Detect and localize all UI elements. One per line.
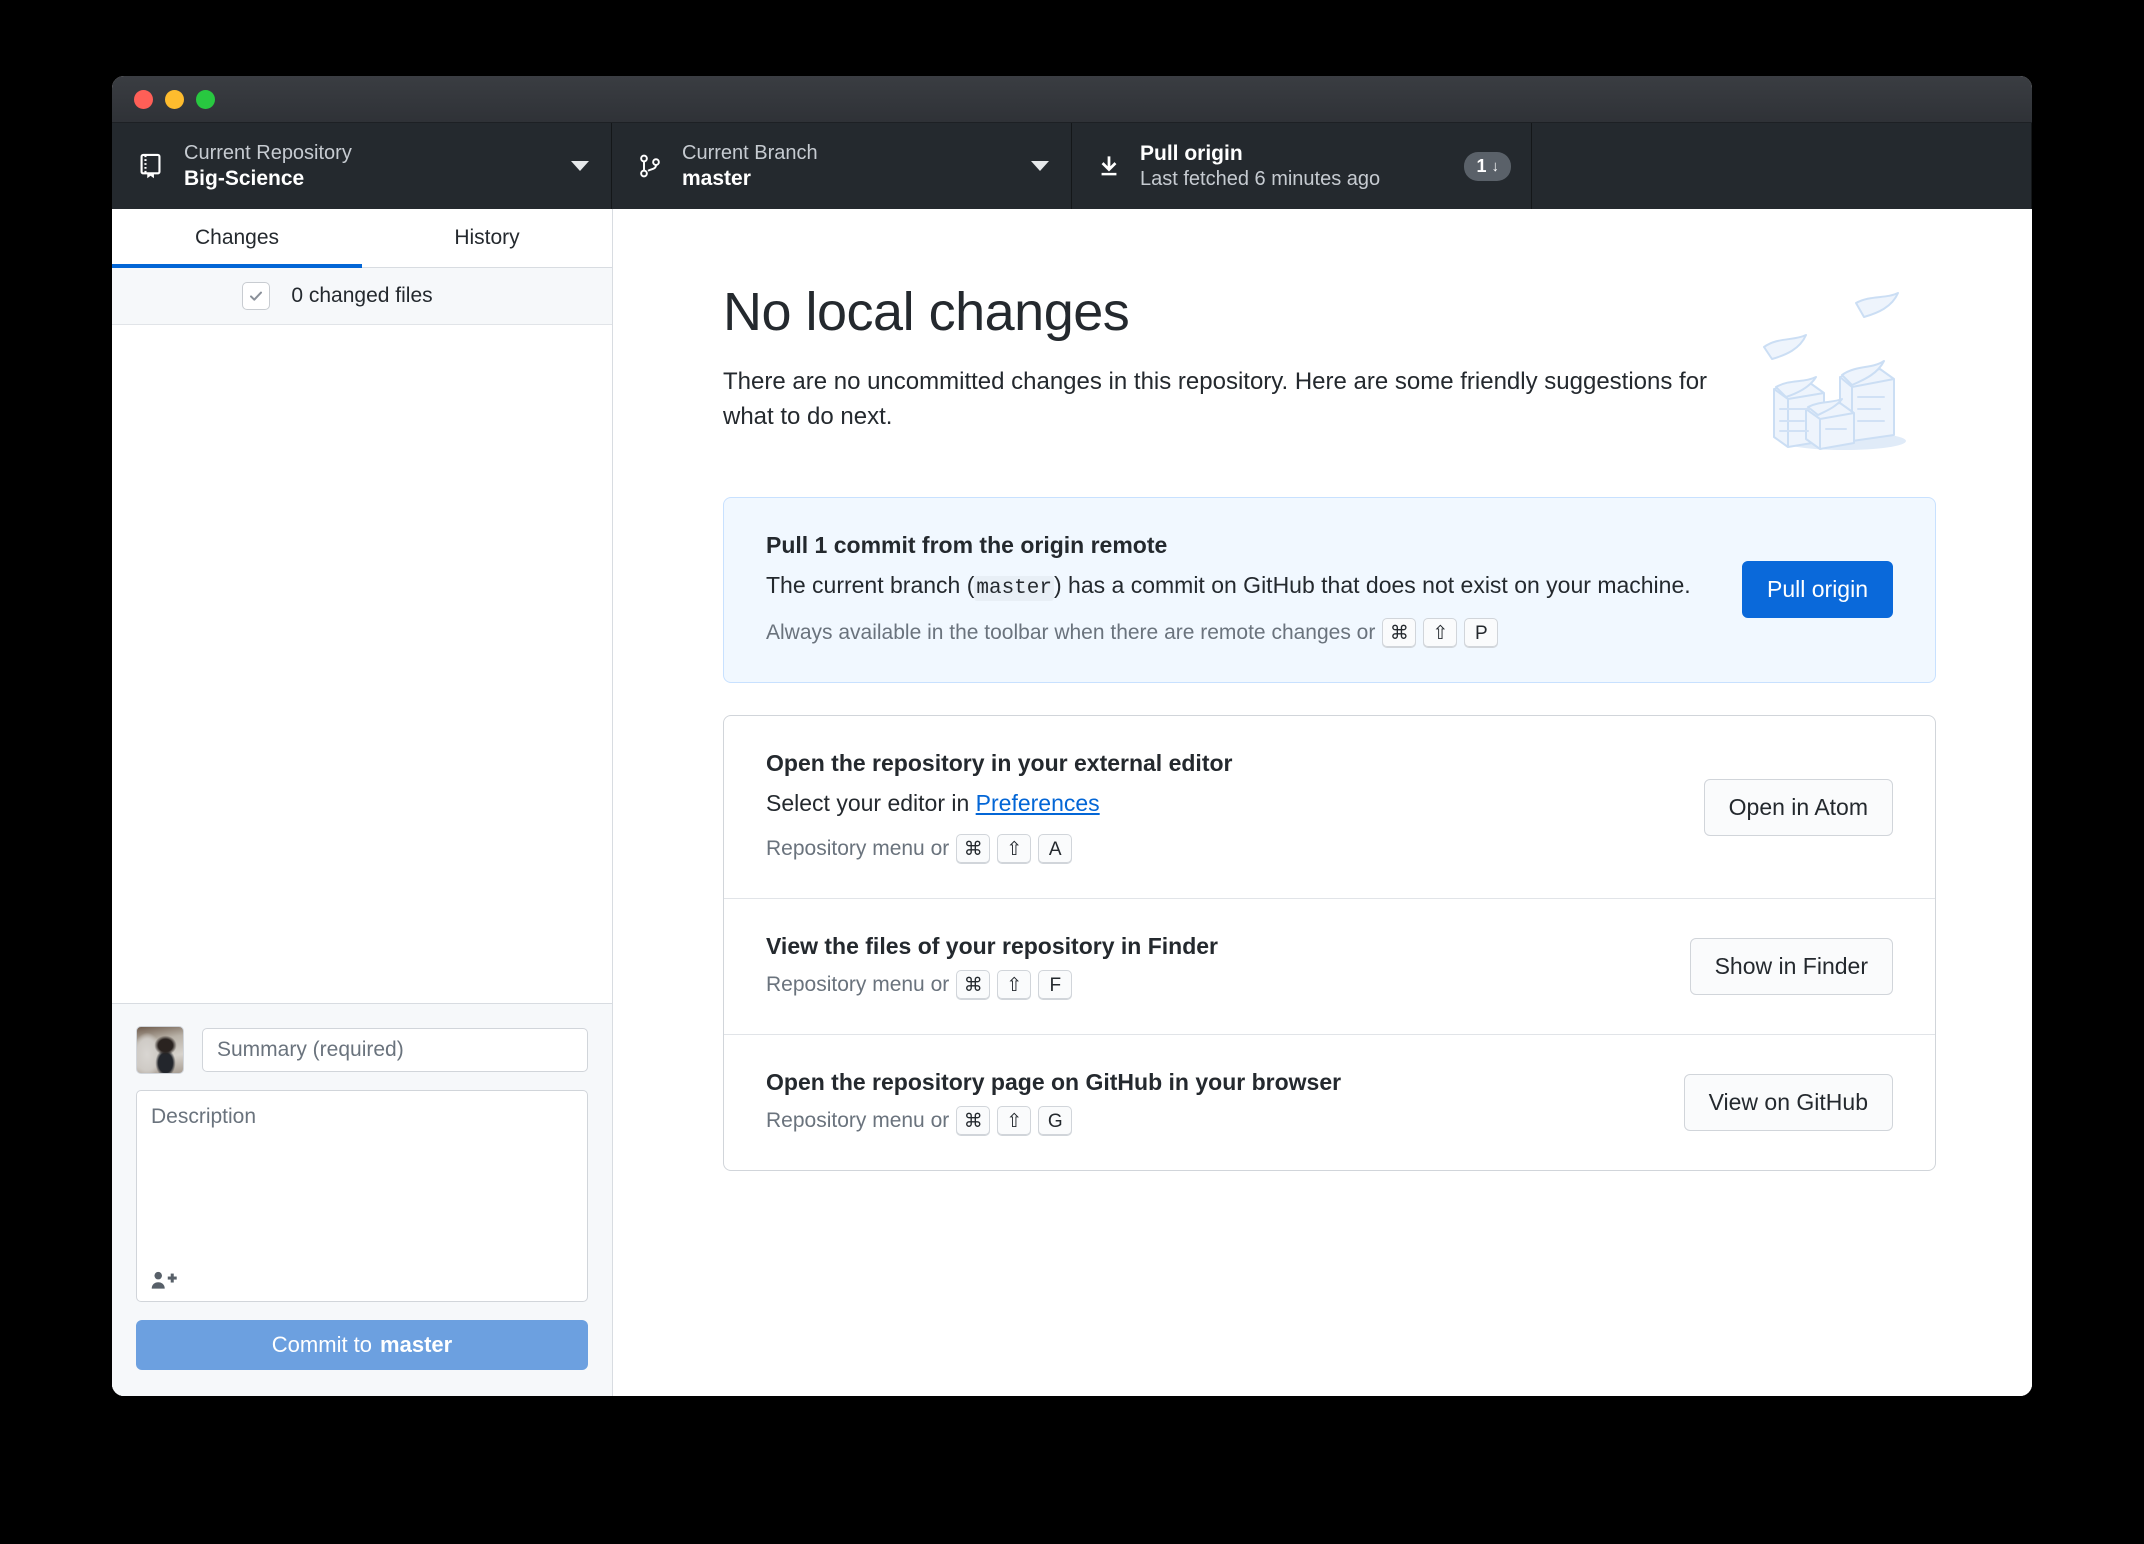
- suggestions-card: Open the repository in your external edi…: [723, 715, 1936, 1172]
- pull-hint-text: Always available in the toolbar when the…: [766, 621, 1376, 645]
- kbd-command-icon: ⌘: [1382, 618, 1417, 649]
- pull-origin-toolbar-button[interactable]: Pull origin Last fetched 6 minutes ago 1…: [1072, 123, 1532, 209]
- window-body: Changes History 0 changed files Summary …: [112, 209, 2032, 1396]
- current-branch-value: master: [682, 166, 751, 190]
- current-repository-value: Big-Science: [184, 166, 305, 190]
- avatar: [136, 1026, 184, 1074]
- pull-desc-branch: master: [974, 575, 1054, 601]
- pull-suggestion-description: The current branch (master) has a commit…: [766, 569, 1702, 604]
- kbd-shift-icon: ⇧: [997, 1106, 1032, 1137]
- no-changes-panel: No local changes There are no uncommitte…: [613, 209, 2032, 1396]
- page-title: No local changes: [723, 282, 1130, 342]
- tab-history-label: History: [454, 226, 520, 249]
- changes-sidebar: Changes History 0 changed files Summary …: [112, 209, 613, 1396]
- badge-count: 1: [1476, 155, 1487, 176]
- kbd-command-icon: ⌘: [956, 834, 991, 865]
- current-branch-dropdown[interactable]: Current Branch master: [612, 123, 1072, 209]
- preferences-link[interactable]: Preferences: [976, 790, 1100, 816]
- kbd-letter: G: [1038, 1106, 1073, 1137]
- pull-origin-title: Pull origin: [1140, 141, 1243, 165]
- toolbar-empty-area: [1532, 123, 2032, 209]
- zoom-window-button[interactable]: [196, 89, 215, 109]
- suggestion-github-text: Open the repository page on GitHub in yo…: [766, 1069, 1644, 1137]
- kbd-letter: A: [1038, 834, 1073, 865]
- commit-to-branch-button[interactable]: Commit to master: [136, 1320, 588, 1370]
- pull-desc-part1: The current branch (: [766, 571, 975, 598]
- tab-history[interactable]: History: [362, 209, 612, 267]
- chevron-down-icon: [571, 161, 589, 171]
- commit-button-branch: master: [380, 1332, 453, 1357]
- suggestion-editor-hint: Repository menu or ⌘ ⇧ A: [766, 834, 1664, 865]
- pull-origin-subtitle: Last fetched 6 minutes ago: [1140, 168, 1381, 191]
- suggestion-row-github: Open the repository page on GitHub in yo…: [724, 1034, 1935, 1170]
- minimize-window-button[interactable]: [165, 89, 184, 109]
- repo-icon: [138, 152, 164, 180]
- desktop-background: Current Repository Big-Science Current B…: [0, 0, 2144, 1544]
- kbd-command-icon: ⌘: [956, 1106, 991, 1137]
- tab-changes[interactable]: Changes: [112, 209, 362, 268]
- kbd-shift-icon: ⇧: [1423, 618, 1458, 649]
- app-toolbar: Current Repository Big-Science Current B…: [112, 123, 2032, 209]
- kbd-command-icon: ⌘: [956, 970, 991, 1001]
- kbd-shift-icon: ⇧: [997, 970, 1032, 1001]
- commit-description-wrapper: [136, 1090, 588, 1302]
- commit-summary-row: [136, 1026, 588, 1074]
- changed-files-count: 0 changed files: [291, 284, 433, 307]
- commit-form: Commit to master: [112, 1003, 612, 1396]
- pull-suggestion-hint: Always available in the toolbar when the…: [766, 618, 1702, 649]
- sidebar-tab-bar: Changes History: [112, 209, 612, 268]
- changed-files-list[interactable]: [112, 325, 612, 1003]
- add-coauthor-icon[interactable]: [151, 1269, 177, 1291]
- pull-suggestion-card: Pull 1 commit from the origin remote The…: [723, 496, 1936, 684]
- no-changes-content: No local changes There are no uncommitte…: [613, 281, 2032, 1172]
- close-window-button[interactable]: [134, 89, 153, 109]
- suggestion-editor-description: Select your editor in Preferences: [766, 787, 1664, 820]
- commit-button-prefix: Commit to: [271, 1332, 373, 1357]
- kbd-shift-icon: ⇧: [997, 834, 1032, 865]
- traffic-light-group: [134, 89, 215, 109]
- suggestion-editor-title: Open the repository in your external edi…: [766, 750, 1233, 777]
- suggestion-editor-text: Open the repository in your external edi…: [766, 750, 1664, 865]
- select-all-checkbox[interactable]: [242, 282, 270, 310]
- tab-changes-label: Changes: [194, 226, 280, 249]
- pull-suggestion-title: Pull 1 commit from the origin remote: [766, 531, 1168, 558]
- suggestion-finder-title: View the files of your repository in Fin…: [766, 933, 1218, 960]
- commit-description-input[interactable]: [137, 1091, 587, 1301]
- suggestion-row-editor: Open the repository in your external edi…: [724, 716, 1935, 898]
- window-titlebar: [112, 76, 2032, 123]
- suggestion-finder-hint-text: Repository menu or: [766, 973, 950, 997]
- badge-arrow-down-icon: ↓: [1491, 157, 1500, 175]
- suggestion-github-hint: Repository menu or ⌘ ⇧ G: [766, 1106, 1644, 1137]
- view-on-github-button[interactable]: View on GitHub: [1683, 1074, 1893, 1132]
- suggestion-editor-hint-text: Repository menu or: [766, 837, 950, 861]
- suggestion-row-finder: View the files of your repository in Fin…: [724, 898, 1935, 1034]
- current-branch-label: Current Branch: [682, 141, 818, 164]
- suggestion-github-title: Open the repository page on GitHub in yo…: [766, 1069, 1342, 1096]
- suggestion-finder-text: View the files of your repository in Fin…: [766, 933, 1650, 1001]
- kbd-letter: F: [1038, 970, 1073, 1001]
- current-repository-label: Current Repository: [184, 141, 352, 164]
- current-repository-dropdown[interactable]: Current Repository Big-Science: [112, 123, 612, 209]
- changed-files-header: 0 changed files: [112, 268, 612, 325]
- pull-origin-button[interactable]: Pull origin: [1742, 561, 1893, 619]
- pull-suggestion-text: Pull 1 commit from the origin remote The…: [766, 531, 1702, 649]
- suggestion-finder-hint: Repository menu or ⌘ ⇧ F: [766, 970, 1650, 1001]
- arrow-down-icon: [1098, 153, 1120, 179]
- pull-desc-part2: ) has a commit on GitHub that does not e…: [1054, 571, 1691, 598]
- github-desktop-window: Current Repository Big-Science Current B…: [112, 76, 2032, 1396]
- git-branch-icon: [638, 152, 662, 180]
- suggestion-github-hint-text: Repository menu or: [766, 1109, 950, 1133]
- open-in-editor-button[interactable]: Open in Atom: [1703, 778, 1893, 836]
- ahead-behind-badge: 1 ↓: [1464, 151, 1511, 181]
- pull-suggestion-row: Pull 1 commit from the origin remote The…: [724, 498, 1935, 682]
- commit-summary-input[interactable]: [202, 1028, 588, 1072]
- page-subtext: There are no uncommitted changes in this…: [723, 368, 1708, 430]
- kbd-letter: P: [1464, 618, 1499, 649]
- show-in-finder-button[interactable]: Show in Finder: [1689, 938, 1893, 996]
- suggestion-editor-desc-prefix: Select your editor in: [766, 790, 976, 817]
- chevron-down-icon: [1031, 161, 1049, 171]
